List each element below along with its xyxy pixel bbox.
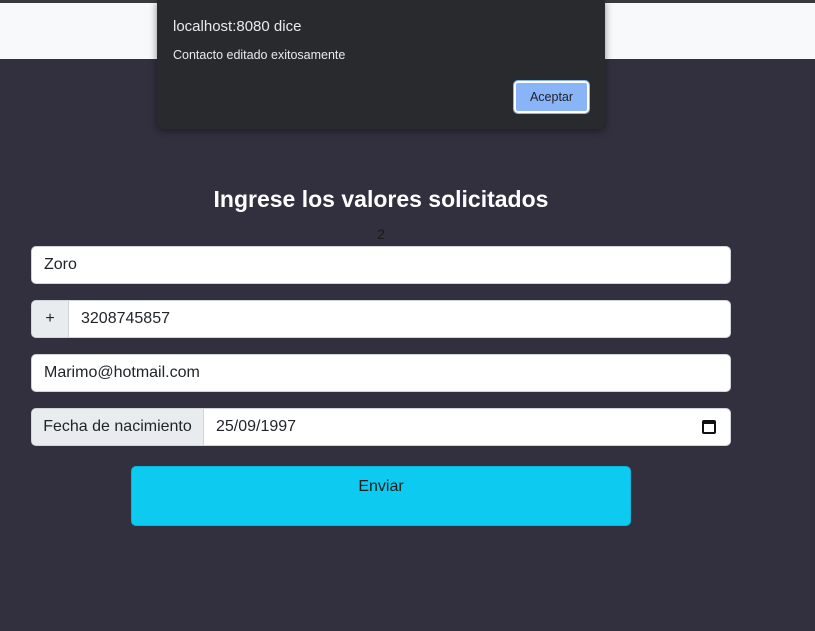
phone-field-group: + 3208745857 [31,300,731,338]
birthdate-label: Fecha de nacimiento [32,409,204,445]
calendar-icon[interactable] [702,420,716,434]
phone-prefix: + [32,301,69,337]
alert-dialog: localhost:8080 dice Contacto editado exi… [157,0,605,129]
submit-button[interactable]: Enviar [131,466,631,526]
email-field-value: Marimo@hotmail.com [44,364,200,381]
dialog-message: Contacto editado exitosamente [173,48,346,62]
birthdate-field[interactable]: 25/09/1997 [204,418,702,436]
name-field[interactable]: Zoro [31,246,731,284]
name-field-value: Zoro [44,256,77,273]
email-field[interactable]: Marimo@hotmail.com [31,354,731,392]
form-heading: Ingrese los valores solicitados [213,186,549,212]
contact-id-label: 2 [377,226,385,242]
birthdate-field-group: Fecha de nacimiento 25/09/1997 [31,408,731,446]
dialog-title: localhost:8080 dice [173,18,302,35]
phone-field[interactable]: 3208745857 [69,310,730,328]
accept-button[interactable]: Aceptar [513,80,590,114]
